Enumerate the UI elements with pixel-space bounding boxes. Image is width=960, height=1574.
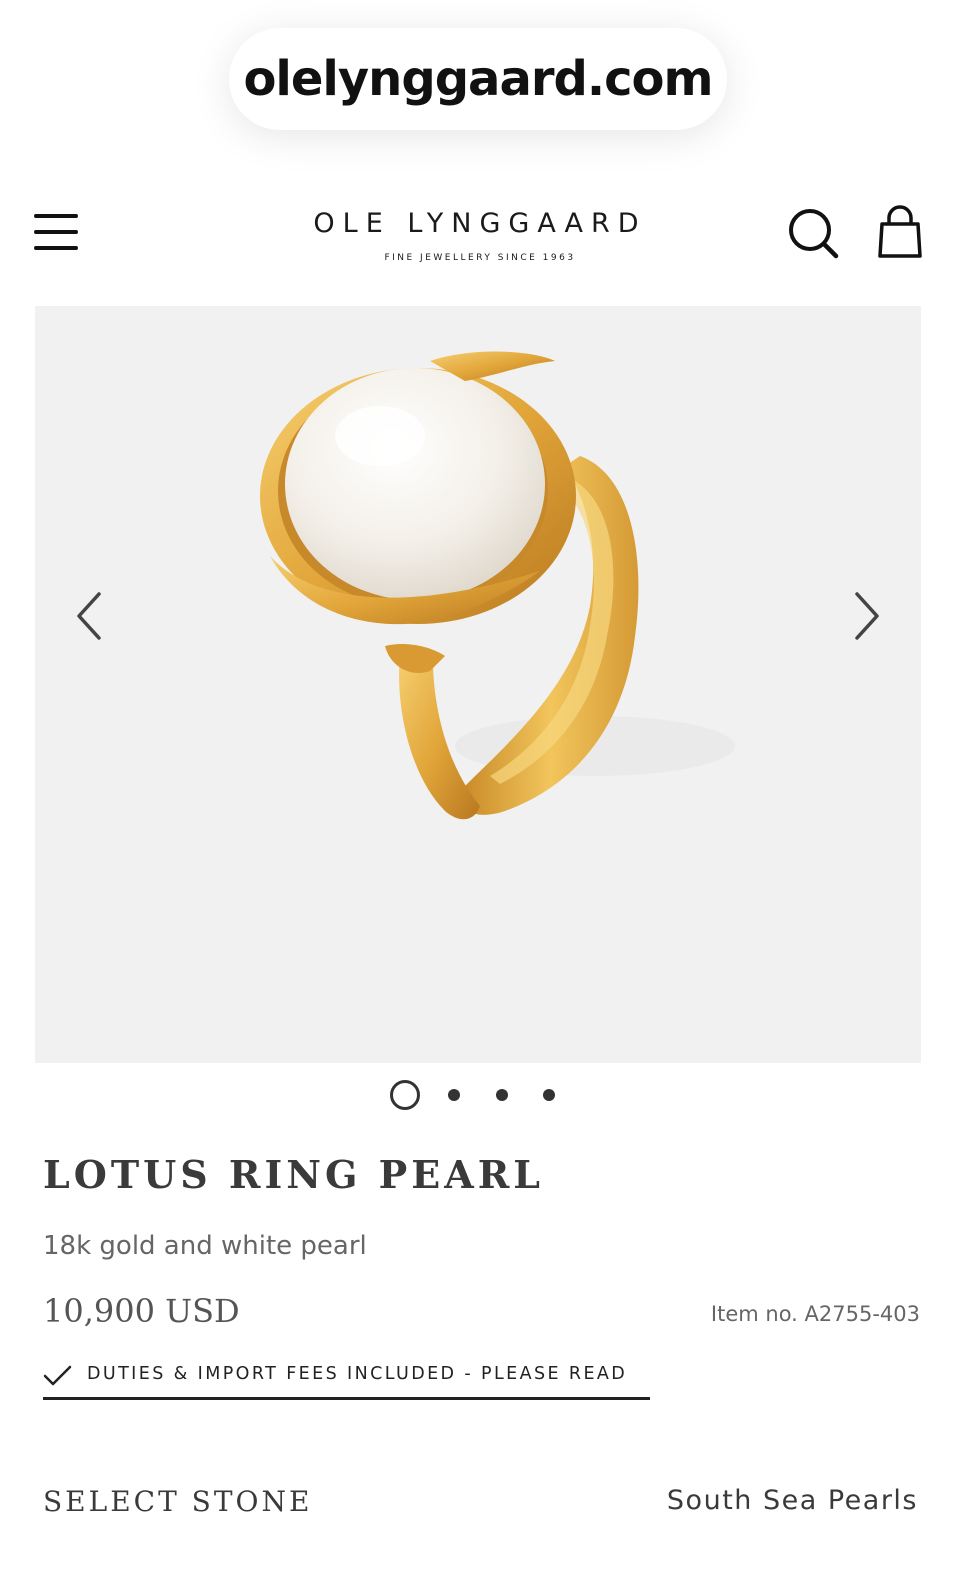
product-title: LOTUS RING PEARL [43,1152,544,1197]
carousel-dot-1[interactable] [390,1080,420,1110]
carousel-pagination [0,1078,960,1112]
carousel-dot-3[interactable] [496,1089,508,1101]
search-button[interactable] [786,206,842,262]
carousel-dot-4[interactable] [543,1089,555,1101]
checkmark-icon [43,1365,72,1386]
previous-image-button[interactable] [65,586,115,646]
selected-stone-value[interactable]: South Sea Pearls [667,1485,918,1516]
brand-tagline: FINE JEWELLERY SINCE 1963 [384,253,576,263]
product-gallery[interactable] [35,306,921,1063]
chevron-right-icon [855,592,879,640]
brand-name: OLE LYNGGAARD [313,208,647,239]
next-image-button[interactable] [841,586,891,646]
address-bar[interactable]: olelynggaard.com [229,28,727,130]
product-subtitle: 18k gold and white pearl [43,1231,367,1261]
search-icon [789,209,839,259]
product-price: 10,900 USD [43,1292,240,1330]
item-number: Item no. A2755-403 [710,1302,920,1326]
select-stone-label: SELECT STONE [43,1485,313,1518]
brand-logo[interactable]: OLE LYNGGAARD FINE JEWELLERY SINCE 1963 [300,208,660,263]
duties-info-link[interactable]: DUTIES & IMPORT FEES INCLUDED - PLEASE R… [43,1358,650,1400]
carousel-dot-2[interactable] [448,1089,460,1101]
duties-label: DUTIES & IMPORT FEES INCLUDED - PLEASE R… [87,1364,628,1384]
menu-button[interactable] [34,214,80,250]
chevron-left-icon [77,592,101,640]
product-image [260,351,735,820]
site-header: OLE LYNGGAARD FINE JEWELLERY SINCE 1963 [0,180,960,290]
shopping-bag-icon [878,205,922,258]
url-text: olelynggaard.com [243,51,713,107]
cart-button[interactable] [874,204,926,262]
